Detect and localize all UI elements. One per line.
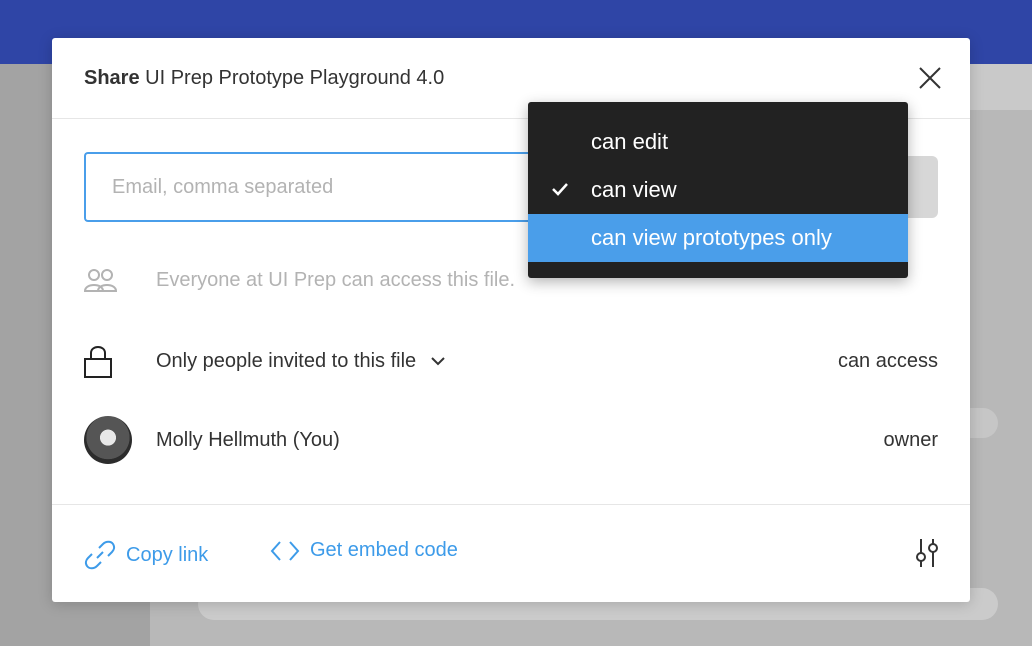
lock-icon — [84, 340, 124, 382]
menu-item-label: can view prototypes only — [591, 225, 832, 250]
access-permission[interactable]: can access — [838, 350, 938, 373]
dialog-title: Share UI Prep Prototype Playground 4.0 — [84, 67, 444, 90]
copy-link-button[interactable]: Copy link — [84, 539, 208, 571]
checkmark-icon — [552, 183, 568, 196]
access-scope-dropdown[interactable]: Only people invited to this file — [156, 350, 446, 373]
dialog-footer: Copy link Get embed code — [52, 504, 970, 602]
chevron-down-icon — [431, 357, 445, 366]
member-row: Molly Hellmuth (You) owner — [84, 416, 938, 464]
menu-item-can-view-prototypes-only[interactable]: can view prototypes only — [528, 214, 908, 262]
access-scope-label: Only people invited to this file — [156, 349, 417, 372]
menu-item-label: can edit — [591, 129, 669, 154]
member-role: owner — [883, 428, 938, 451]
dialog-title-verb: Share — [84, 66, 140, 89]
menu-item-label: can view — [591, 177, 677, 202]
menu-item-can-edit[interactable]: can edit — [528, 118, 908, 166]
team-access-text: Everyone at UI Prep can access this file… — [156, 268, 516, 291]
get-embed-code-button[interactable]: Get embed code — [270, 539, 458, 562]
team-icon — [84, 262, 124, 298]
close-icon — [919, 67, 941, 89]
sliders-icon — [916, 539, 938, 567]
close-button[interactable] — [918, 66, 942, 90]
permission-menu: can edit can view can view prototypes on… — [528, 102, 908, 278]
dialog-title-file: UI Prep Prototype Playground 4.0 — [145, 66, 445, 89]
link-icon — [84, 540, 116, 570]
link-access-row: Only people invited to this file can acc… — [84, 340, 938, 382]
code-icon — [270, 540, 300, 561]
share-settings-button[interactable] — [914, 537, 940, 569]
member-name: Molly Hellmuth (You) — [156, 428, 340, 451]
avatar — [84, 416, 132, 464]
email-input[interactable] — [84, 152, 554, 222]
embed-code-label: Get embed code — [310, 539, 458, 561]
copy-link-label: Copy link — [126, 543, 209, 566]
menu-item-can-view[interactable]: can view — [528, 166, 908, 214]
